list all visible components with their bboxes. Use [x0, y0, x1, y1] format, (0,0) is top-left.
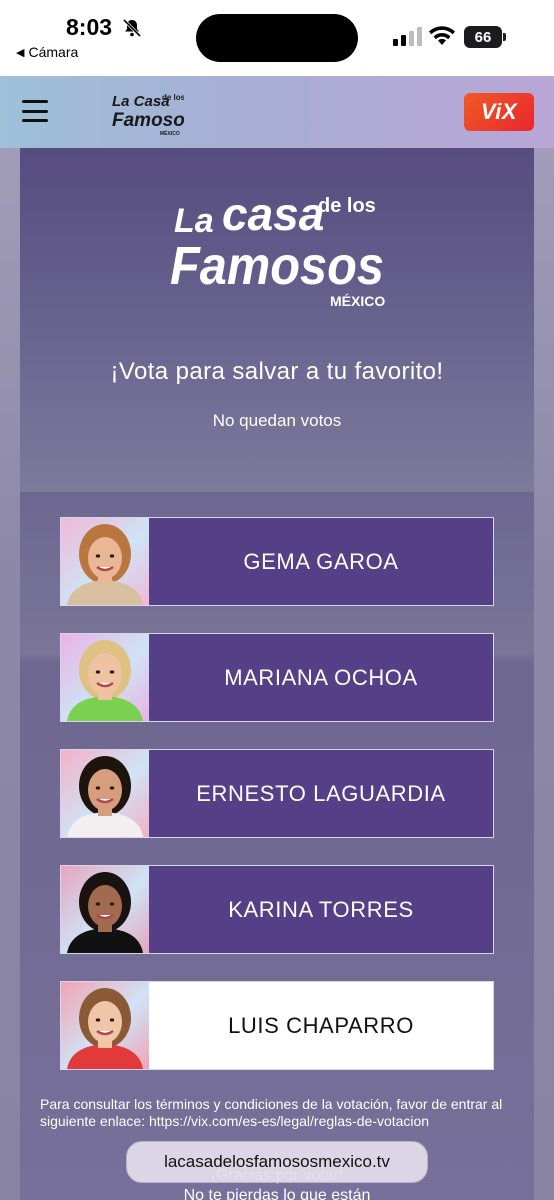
menu-icon[interactable]	[22, 100, 48, 122]
terms-text: Para consultar los términos y condicione…	[40, 1096, 503, 1129]
svg-text:de los: de los	[162, 93, 184, 102]
main-logo: La casa de los Famosos MÉXICO	[170, 188, 385, 309]
svg-text:Famosos: Famosos	[170, 236, 384, 296]
cellular-signal-icon	[393, 27, 422, 46]
contestant-name: KARINA TORRES	[149, 866, 493, 953]
header-logo[interactable]: La Casa de los Famosos MÉXICO	[110, 88, 184, 140]
wifi-icon	[429, 26, 455, 45]
vix-button[interactable]: ViX	[464, 93, 534, 131]
contestant-button[interactable]: MARIANA OCHOA	[60, 633, 494, 722]
contestant-button[interactable]: KARINA TORRES	[60, 865, 494, 954]
contestant-name: GEMA GAROA	[149, 518, 493, 605]
contestant-photo	[61, 518, 149, 605]
contestant-photo	[61, 750, 149, 837]
contestant-button[interactable]: GEMA GAROA	[60, 517, 494, 606]
svg-text:La Casa: La Casa	[112, 93, 170, 110]
bell-slash-icon	[122, 18, 142, 38]
back-arrow-icon: ◀	[16, 46, 25, 59]
address-bar[interactable]: lacasadelosfamososmexico.tv	[126, 1141, 428, 1183]
contestant-photo	[61, 866, 149, 953]
battery-indicator: 66	[464, 26, 506, 48]
back-to-app-link[interactable]: ◀ Cámara	[16, 44, 78, 60]
site-header: La Casa de los Famosos MÉXICO ViX	[0, 76, 554, 148]
contestant-name: LUIS CHAPARRO	[149, 982, 493, 1069]
thanks-line-2: No te pierdas lo que están	[183, 1187, 371, 1200]
status-time: 8:03	[66, 14, 113, 40]
svg-text:MÉXICO: MÉXICO	[330, 293, 385, 309]
contestant-photo	[61, 634, 149, 721]
votes-remaining-status: No quedan votos	[212, 411, 342, 430]
svg-text:MÉXICO: MÉXICO	[160, 129, 180, 137]
dynamic-island	[196, 14, 358, 62]
svg-text:Famosos: Famosos	[112, 110, 184, 131]
svg-text:casa: casa	[222, 188, 324, 240]
back-app-label: Cámara	[28, 44, 79, 60]
contestant-name: ERNESTO LAGUARDIA	[149, 750, 493, 837]
status-bar: 8:03 ◀ Cámara 66	[0, 0, 554, 76]
svg-text:de los: de los	[318, 195, 376, 217]
vote-heading: ¡Vota para salvar a tu favorito!	[110, 358, 444, 385]
contestant-button[interactable]: ERNESTO LAGUARDIA	[60, 749, 494, 838]
svg-text:La: La	[174, 202, 214, 240]
contestant-name: MARIANA OCHOA	[149, 634, 493, 721]
contestant-button[interactable]: LUIS CHAPARRO	[60, 981, 494, 1070]
contestant-photo	[61, 982, 149, 1069]
